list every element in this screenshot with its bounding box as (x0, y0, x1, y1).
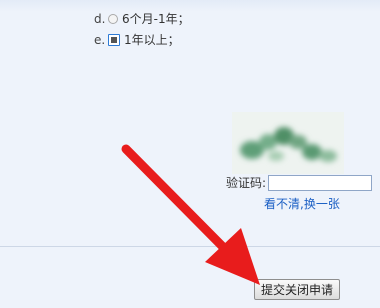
captcha-row: 验证码: (226, 174, 373, 191)
submit-close-request-button[interactable]: 提交关闭申请 (254, 279, 341, 300)
captcha-image (232, 112, 344, 174)
divider (0, 246, 380, 247)
option-e[interactable]: e. 1年以上； (94, 31, 180, 48)
top-fade (0, 0, 380, 12)
option-e-letter: e. (94, 32, 106, 47)
captcha-label: 验证码: (226, 176, 267, 190)
option-e-radio[interactable] (108, 33, 120, 46)
option-e-label: 1年以上； (124, 33, 180, 47)
option-d[interactable]: d. 6个月-1年； (94, 10, 190, 27)
option-d-radio[interactable] (108, 13, 118, 24)
captcha-input[interactable] (268, 174, 373, 191)
form-panel: d. 6个月-1年； e. 1年以上； 验证码: 看不清,换一张 提交关闭申请 (0, 0, 380, 308)
option-d-label: 6个月-1年； (122, 12, 190, 26)
option-d-letter: d. (94, 11, 106, 26)
captcha-refresh-link[interactable]: 看不清,换一张 (264, 195, 340, 212)
